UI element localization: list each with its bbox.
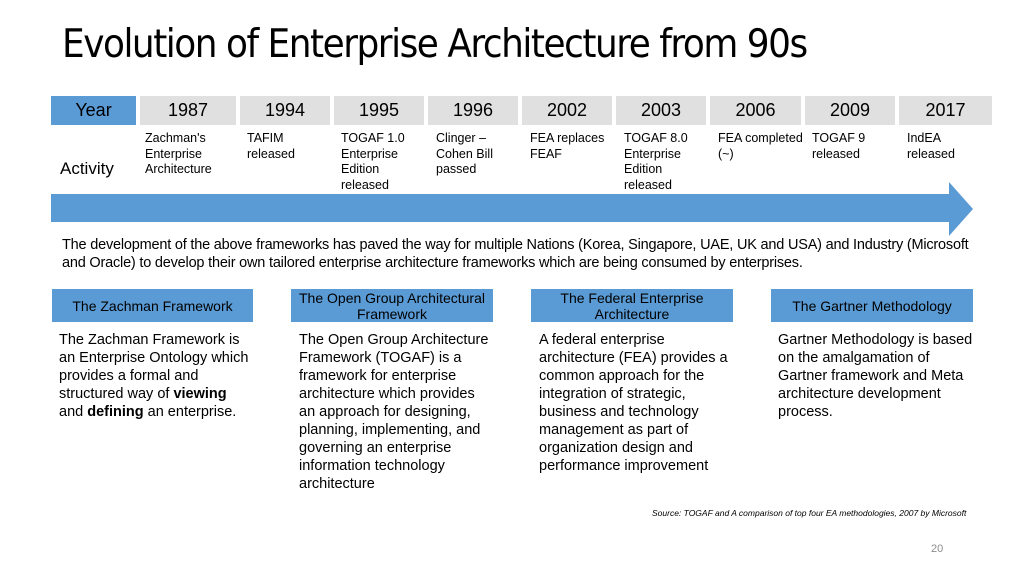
activity-text: Clinger – Cohen Bill passed xyxy=(436,131,493,176)
timeline-arrow xyxy=(51,182,973,236)
framework-header-togaf: The Open Group Architectural Framework xyxy=(291,289,493,322)
activity-text: FEA replaces FEAF xyxy=(530,131,605,161)
framework-description-togaf: The Open Group Architecture Framework (T… xyxy=(299,332,489,492)
year-cell: 1995 xyxy=(334,96,424,125)
description-text: an enterprise. xyxy=(143,404,237,420)
framework-description-fea: A federal enterprise architecture (FEA) … xyxy=(539,332,728,474)
description-text: and xyxy=(59,404,88,420)
activity-text: FEA completed (~) xyxy=(718,131,803,161)
year-cell: 1987 xyxy=(140,96,236,125)
timeline-arrow-shape xyxy=(51,182,973,236)
summary-text: The development of the above frameworks … xyxy=(62,237,969,271)
page-number: 20 xyxy=(931,543,944,555)
activity-text: TOGAF 9 released xyxy=(812,131,866,161)
framework-title: The Federal Enterprise Architecture xyxy=(560,289,704,322)
framework-header-zachman: The Zachman Framework xyxy=(52,289,253,322)
slide-title: Evolution of Enterprise Architecture fro… xyxy=(62,22,808,67)
year-cell: 2017 xyxy=(899,96,992,125)
activity-text: IndEA released xyxy=(907,131,955,161)
framework-title: The Open Group Architectural Framework xyxy=(299,289,485,322)
year-cell: 2003 xyxy=(616,96,706,125)
source-citation: Source: TOGAF and A comparison of top fo… xyxy=(652,508,967,518)
year-cell: 2009 xyxy=(805,96,895,125)
year-cell: 1994 xyxy=(240,96,330,125)
activity-label: Activity xyxy=(60,159,114,178)
framework-title: The Gartner Methodology xyxy=(792,297,952,314)
activity-text: TAFIM released xyxy=(247,131,295,161)
year-cell: 2006 xyxy=(710,96,801,125)
year-cell: 1996 xyxy=(428,96,518,125)
emphasis-text: defining xyxy=(87,404,144,420)
framework-header-fea: The Federal Enterprise Architecture xyxy=(531,289,733,322)
framework-title: The Zachman Framework xyxy=(72,297,233,314)
framework-description-zachman: The Zachman Framework is an Enterprise O… xyxy=(59,331,254,421)
year-header: Year xyxy=(51,96,136,125)
emphasis-text: viewing xyxy=(173,386,227,402)
activity-text: Zachman's Enterprise Architecture xyxy=(145,131,212,176)
year-cell: 2002 xyxy=(522,96,612,125)
framework-description-gartner: Gartner Methodology is based on the amal… xyxy=(778,332,973,420)
framework-header-gartner: The Gartner Methodology xyxy=(771,289,973,322)
